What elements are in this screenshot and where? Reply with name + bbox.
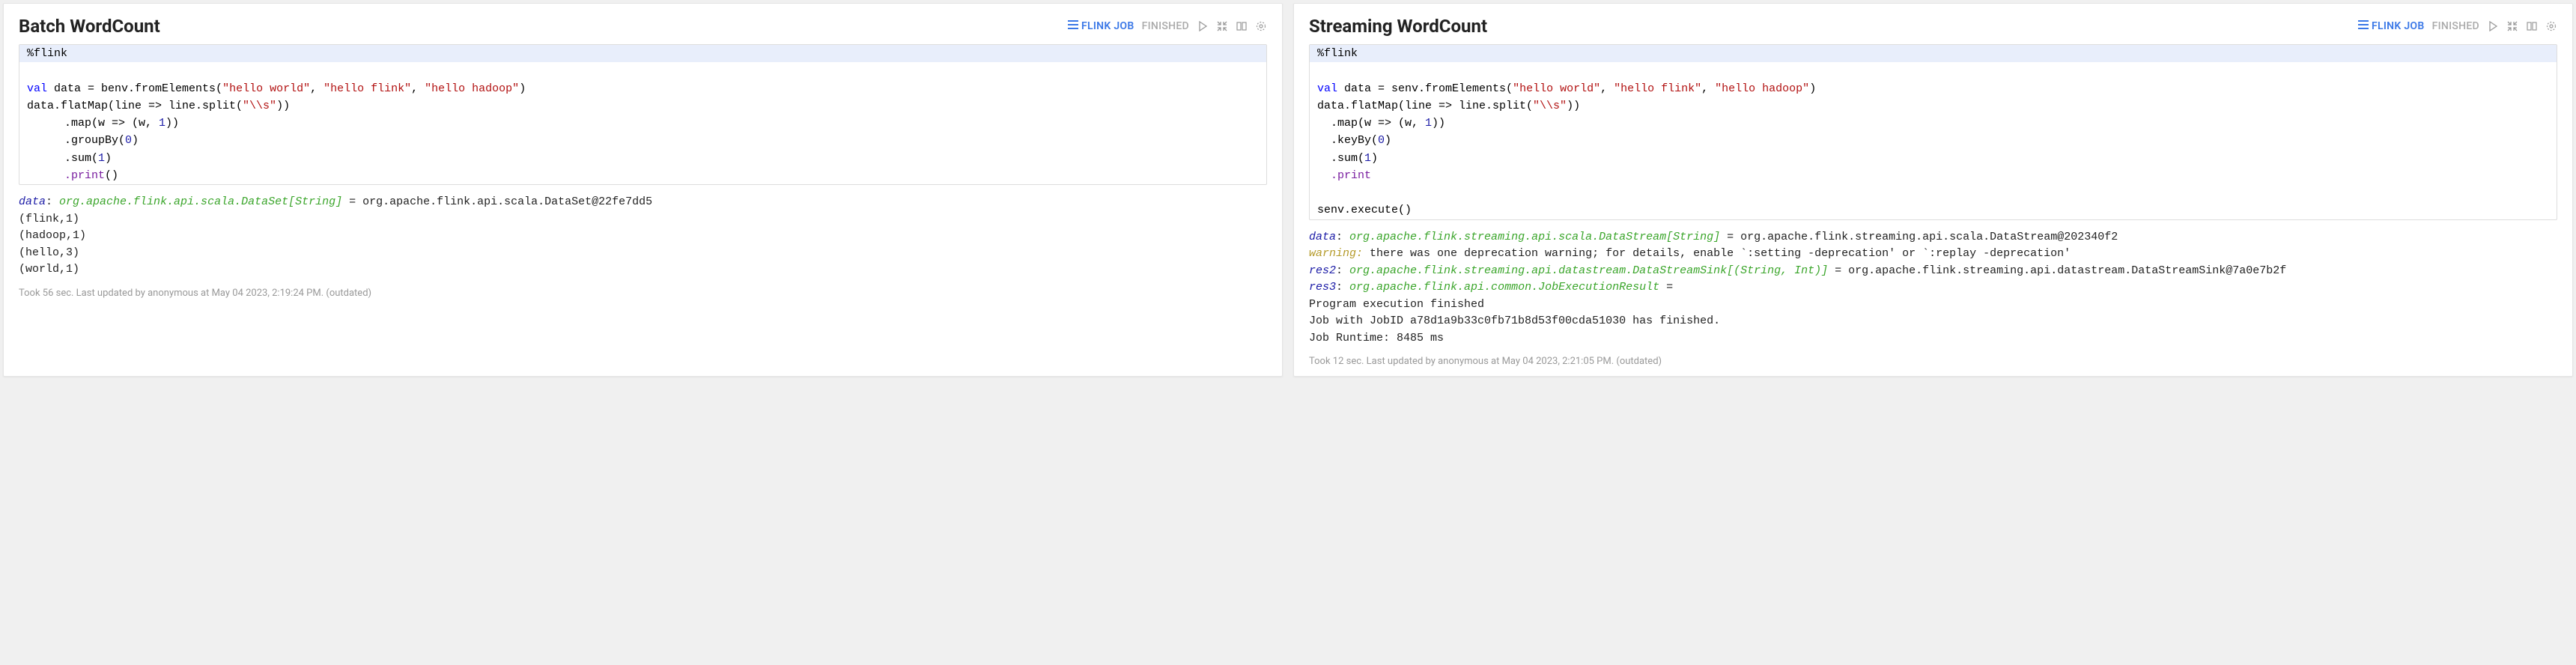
book-icon[interactable] (2526, 20, 2538, 32)
paragraph-streaming: Streaming WordCount FLINK JOB FINISHED %… (1293, 3, 2573, 377)
footer-text: Took 56 sec. Last updated by anonymous a… (19, 288, 1267, 299)
output-area: data: org.apache.flink.streaming.api.sca… (1309, 229, 2557, 347)
status-text: FINISHED (2432, 20, 2479, 32)
footer-text: Took 12 sec. Last updated by anonymous a… (1309, 356, 2557, 367)
output-area: data: org.apache.flink.api.scala.DataSet… (19, 194, 1267, 279)
status-text: FINISHED (1142, 20, 1189, 32)
gear-icon[interactable] (2545, 20, 2557, 32)
flink-job-label: FLINK JOB (1081, 20, 1134, 32)
run-icon[interactable] (1197, 20, 1209, 32)
panel-title: Streaming WordCount (1309, 16, 2358, 37)
paragraph-batch: Batch WordCount FLINK JOB FINISHED %flin… (3, 3, 1283, 377)
toolbar: FLINK JOB FINISHED (1068, 20, 1267, 32)
bars-icon (1068, 20, 1078, 32)
panel-header: Batch WordCount FLINK JOB FINISHED (19, 16, 1267, 37)
collapse-icon[interactable] (2506, 20, 2518, 32)
gear-icon[interactable] (1255, 20, 1267, 32)
code-editor[interactable]: %flink val data = senv.fromElements("hel… (1309, 44, 2557, 220)
bars-icon (2358, 20, 2369, 32)
collapse-icon[interactable] (1216, 20, 1228, 32)
panel-title: Batch WordCount (19, 16, 1068, 37)
toolbar: FLINK JOB FINISHED (2358, 20, 2557, 32)
book-icon[interactable] (1236, 20, 1248, 32)
flink-job-link[interactable]: FLINK JOB (2358, 20, 2425, 32)
flink-job-label: FLINK JOB (2372, 20, 2425, 32)
run-icon[interactable] (2487, 20, 2499, 32)
panel-header: Streaming WordCount FLINK JOB FINISHED (1309, 16, 2557, 37)
flink-job-link[interactable]: FLINK JOB (1068, 20, 1134, 32)
code-editor[interactable]: %flink val data = benv.fromElements("hel… (19, 44, 1267, 185)
